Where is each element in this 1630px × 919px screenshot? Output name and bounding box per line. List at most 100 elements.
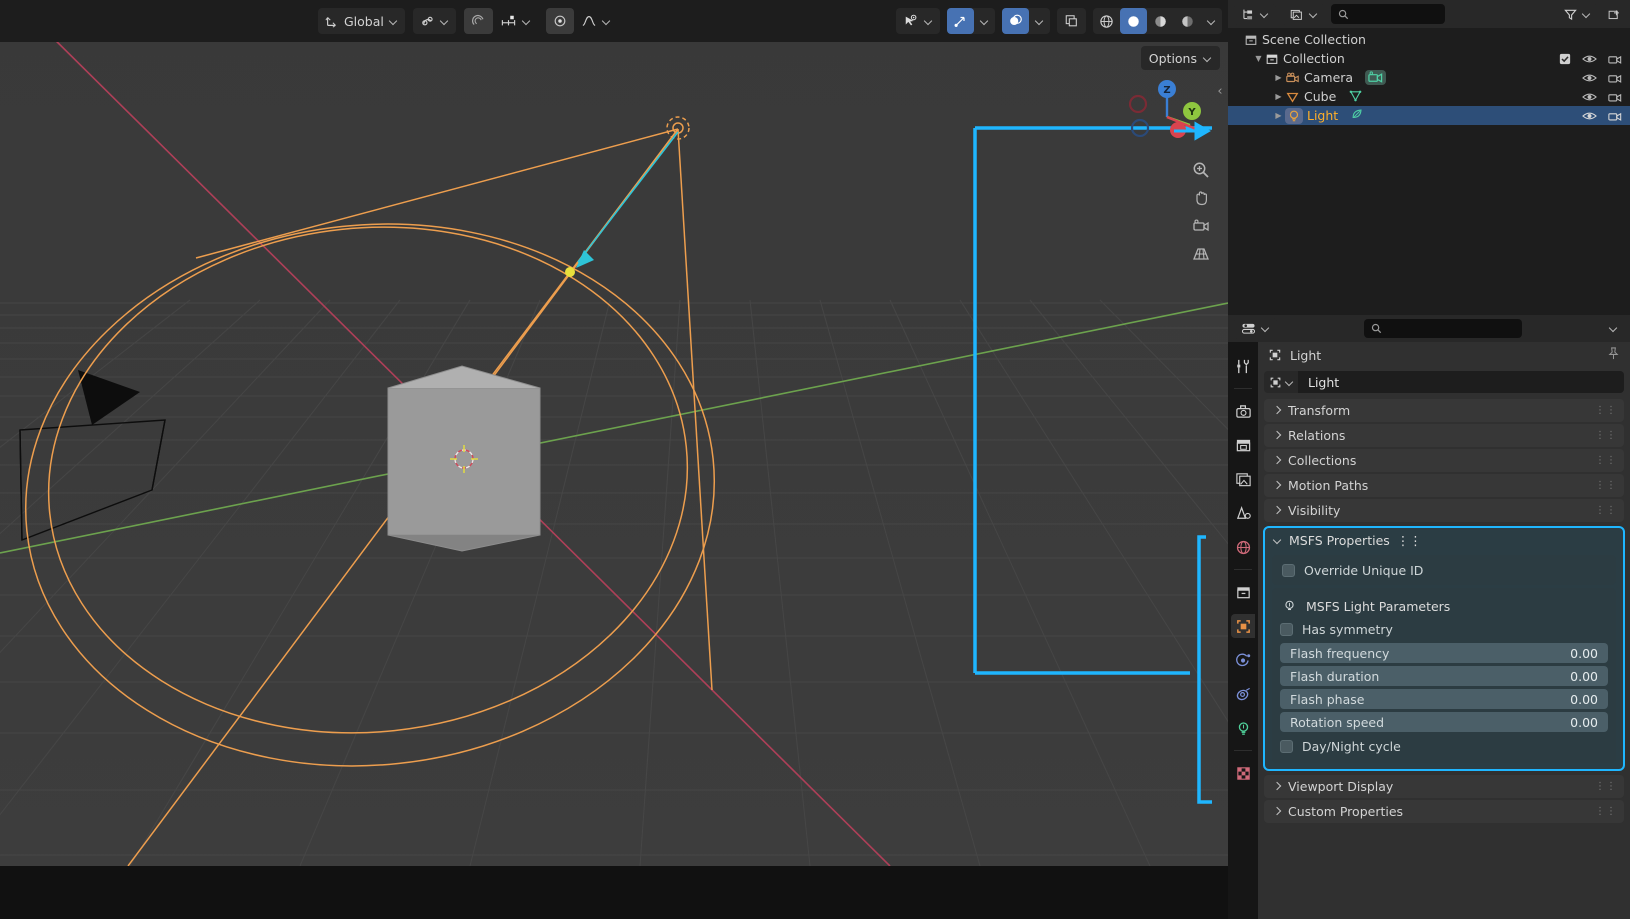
- transform-orientation-dropdown[interactable]: Global: [318, 8, 405, 34]
- slider-flash-frequency[interactable]: Flash frequency 0.00: [1280, 643, 1608, 663]
- outliner-row-scene-collection[interactable]: Scene Collection: [1228, 30, 1630, 49]
- camera-data-icon[interactable]: [1368, 71, 1383, 84]
- properties-tab-world[interactable]: [1231, 535, 1255, 559]
- shading-wireframe-button[interactable]: [1093, 8, 1120, 34]
- panel-relations[interactable]: Relations ⋮⋮: [1264, 424, 1624, 447]
- panel-drag-dots[interactable]: ⋮⋮: [1595, 505, 1617, 516]
- panel-custom-properties[interactable]: Custom Properties ⋮⋮: [1264, 800, 1624, 823]
- outliner-row-toggles[interactable]: [1582, 72, 1622, 84]
- disclosure-triangle-right-icon[interactable]: ▶: [1272, 111, 1285, 120]
- properties-tab-column[interactable]: [1228, 342, 1258, 919]
- panel-drag-dots[interactable]: ⋮⋮: [1595, 480, 1617, 491]
- properties-editor-type-button[interactable]: [1234, 318, 1277, 339]
- override-unique-id-checkbox[interactable]: [1282, 563, 1295, 577]
- properties-tab-object-data[interactable]: [1231, 716, 1255, 740]
- properties-bottom-panels[interactable]: Viewport Display ⋮⋮ Custom Properties ⋮⋮: [1258, 775, 1630, 823]
- outliner-header[interactable]: [1228, 0, 1630, 28]
- outliner-editor[interactable]: Scene Collection ▼ Collection ▶ Camera ▶…: [1228, 0, 1630, 315]
- pan-tool[interactable]: [1189, 186, 1213, 210]
- shading-dropdown[interactable]: [1201, 8, 1222, 34]
- render-camera-icon[interactable]: [1608, 72, 1622, 84]
- visibility-selector-button[interactable]: [896, 8, 940, 34]
- disclosure-triangle-right-icon[interactable]: ▶: [1272, 73, 1285, 82]
- panel-visibility[interactable]: Visibility ⋮⋮: [1264, 499, 1624, 522]
- has-symmetry-row[interactable]: Has symmetry: [1280, 618, 1608, 640]
- outliner-filter-button[interactable]: [1557, 3, 1598, 25]
- properties-tab-scene[interactable]: [1231, 501, 1255, 525]
- properties-tab-view-layer[interactable]: [1231, 467, 1255, 491]
- overlays-group[interactable]: [1002, 8, 1050, 34]
- properties-body[interactable]: Light Light Transform ⋮⋮ Relations ⋮⋮ Co…: [1258, 342, 1630, 919]
- msfs-override-box[interactable]: Override Unique ID: [1272, 555, 1616, 585]
- disclosure-triangle-down-icon[interactable]: ▼: [1252, 54, 1265, 63]
- panel-drag-dots[interactable]: ⋮⋮: [1397, 533, 1422, 548]
- object-id-row[interactable]: Light: [1264, 371, 1624, 393]
- panel-drag-dots[interactable]: ⋮⋮: [1595, 806, 1617, 817]
- panel-msfs-properties[interactable]: MSFS Properties ⋮⋮ Override Unique ID MS…: [1263, 526, 1625, 771]
- properties-tab-constraints[interactable]: [1231, 682, 1255, 706]
- 3d-viewport[interactable]: Global Options ‹ Z Y: [0, 0, 1228, 866]
- properties-tab-output[interactable]: [1231, 433, 1255, 457]
- pin-icon[interactable]: [1607, 347, 1620, 363]
- eye-icon[interactable]: [1582, 110, 1597, 122]
- shading-solid-button[interactable]: [1120, 8, 1147, 34]
- override-unique-id-row[interactable]: Override Unique ID: [1282, 559, 1606, 581]
- day-night-cycle-checkbox[interactable]: [1280, 739, 1293, 753]
- overlays-toggle-button[interactable]: [1002, 8, 1029, 34]
- outliner-new-collection-button[interactable]: [1604, 4, 1624, 25]
- light-data-icon[interactable]: [1350, 107, 1365, 121]
- has-symmetry-checkbox[interactable]: [1280, 622, 1293, 636]
- mesh-data-icon[interactable]: [1348, 89, 1363, 102]
- snap-target-button[interactable]: [545, 8, 574, 34]
- outliner-row-cube[interactable]: ▶ Cube: [1228, 87, 1630, 106]
- viewport-tool-column[interactable]: [1188, 158, 1214, 266]
- shading-group[interactable]: [1093, 8, 1222, 34]
- eye-icon[interactable]: [1582, 72, 1597, 84]
- panel-drag-dots[interactable]: ⋮⋮: [1595, 405, 1617, 416]
- outliner-row-light[interactable]: ▶ Light: [1228, 106, 1630, 125]
- xray-toggle-button[interactable]: [1057, 8, 1086, 34]
- outliner-display-mode-button[interactable]: [1234, 3, 1276, 25]
- viewport-header[interactable]: Global: [0, 0, 1228, 42]
- outliner-row-toggles[interactable]: [1559, 53, 1622, 65]
- properties-tab-render[interactable]: [1231, 399, 1255, 423]
- gizmo-group[interactable]: [947, 8, 995, 34]
- panel-motion-paths[interactable]: Motion Paths ⋮⋮: [1264, 474, 1624, 497]
- properties-tab-collection[interactable]: [1231, 580, 1255, 604]
- sidebar-toggle-arrow[interactable]: ‹: [1214, 80, 1226, 102]
- disclosure-triangle-right-icon[interactable]: ▶: [1272, 92, 1285, 101]
- camera-view-tool[interactable]: [1189, 214, 1213, 238]
- snap-magnet-button[interactable]: [412, 8, 456, 34]
- eye-icon[interactable]: [1582, 53, 1597, 65]
- properties-options-chevron-icon[interactable]: [1609, 324, 1618, 333]
- panel-msfs-header[interactable]: MSFS Properties ⋮⋮: [1265, 528, 1623, 552]
- properties-tab-tool[interactable]: [1231, 354, 1255, 378]
- properties-tab-texture[interactable]: [1231, 761, 1255, 785]
- slider-rotation-speed[interactable]: Rotation speed 0.00: [1280, 712, 1608, 732]
- properties-header[interactable]: [1228, 315, 1630, 342]
- slider-flash-phase[interactable]: Flash phase 0.00: [1280, 689, 1608, 709]
- outliner-search-input[interactable]: [1331, 4, 1445, 24]
- properties-search-input[interactable]: [1364, 319, 1522, 338]
- render-camera-icon[interactable]: [1608, 110, 1622, 122]
- viewport-options-button[interactable]: Options: [1140, 46, 1220, 70]
- falloff-button[interactable]: [574, 8, 618, 34]
- panel-drag-dots[interactable]: ⋮⋮: [1595, 430, 1617, 441]
- outliner-row-toggles[interactable]: [1582, 110, 1622, 122]
- panel-drag-dots[interactable]: ⋮⋮: [1595, 455, 1617, 466]
- snap-increment-button[interactable]: [493, 8, 538, 34]
- render-camera-icon[interactable]: [1608, 53, 1622, 65]
- shading-material-button[interactable]: [1147, 8, 1174, 34]
- panel-drag-dots[interactable]: ⋮⋮: [1595, 781, 1617, 792]
- slider-flash-duration[interactable]: Flash duration 0.00: [1280, 666, 1608, 686]
- msfs-light-parameters-box[interactable]: MSFS Light Parameters Has symmetry Flash…: [1272, 588, 1616, 763]
- toggle-perspective-tool[interactable]: [1189, 242, 1213, 266]
- proportional-edit-button[interactable]: [463, 8, 493, 34]
- render-camera-icon[interactable]: [1608, 91, 1622, 103]
- gizmo-toggle-button[interactable]: [947, 8, 974, 34]
- day-night-cycle-row[interactable]: Day/Night cycle: [1280, 735, 1608, 757]
- panel-viewport-display[interactable]: Viewport Display ⋮⋮: [1264, 775, 1624, 798]
- outliner-row-toggles[interactable]: [1582, 91, 1622, 103]
- panel-collections[interactable]: Collections ⋮⋮: [1264, 449, 1624, 472]
- object-name-field[interactable]: Light: [1298, 371, 1624, 393]
